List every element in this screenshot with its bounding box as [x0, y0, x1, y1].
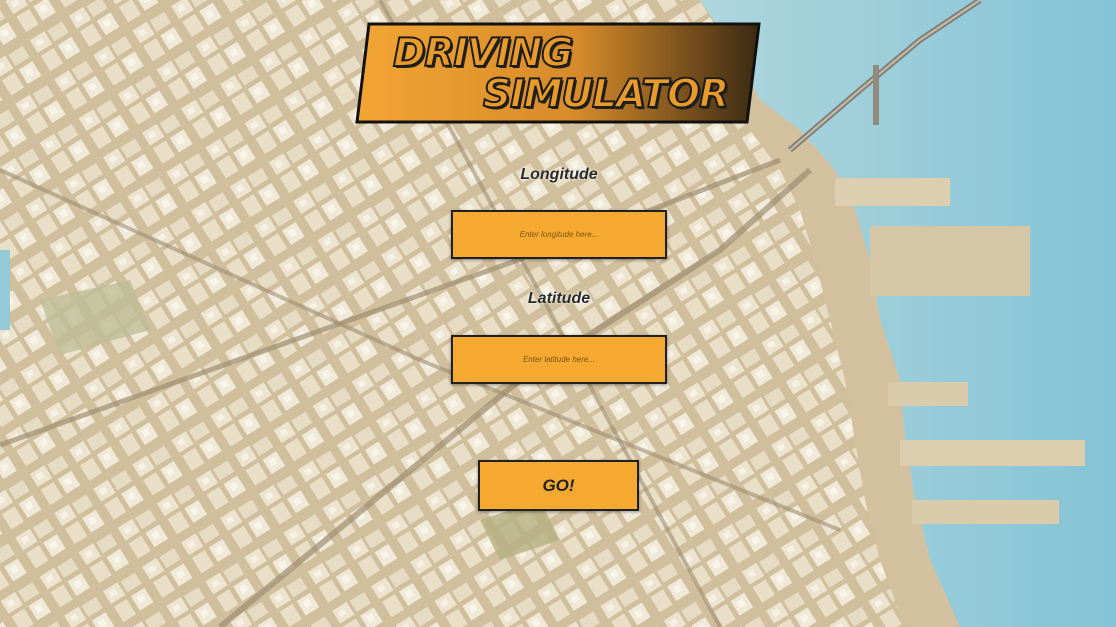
latitude-label: Latitude — [527, 290, 591, 307]
longitude-input[interactable] — [451, 210, 667, 259]
title-line-driving: DRIVING — [392, 31, 574, 76]
title-banner: DRIVING SIMULATOR — [355, 22, 761, 124]
latitude-input[interactable] — [451, 335, 667, 384]
go-button[interactable]: GO! — [478, 460, 639, 511]
longitude-label: Longitude — [520, 166, 598, 183]
title-line-simulator: SIMULATOR — [482, 72, 730, 117]
main-menu-screen: DRIVING SIMULATOR Longitude Latitude GO! — [0, 0, 1116, 627]
